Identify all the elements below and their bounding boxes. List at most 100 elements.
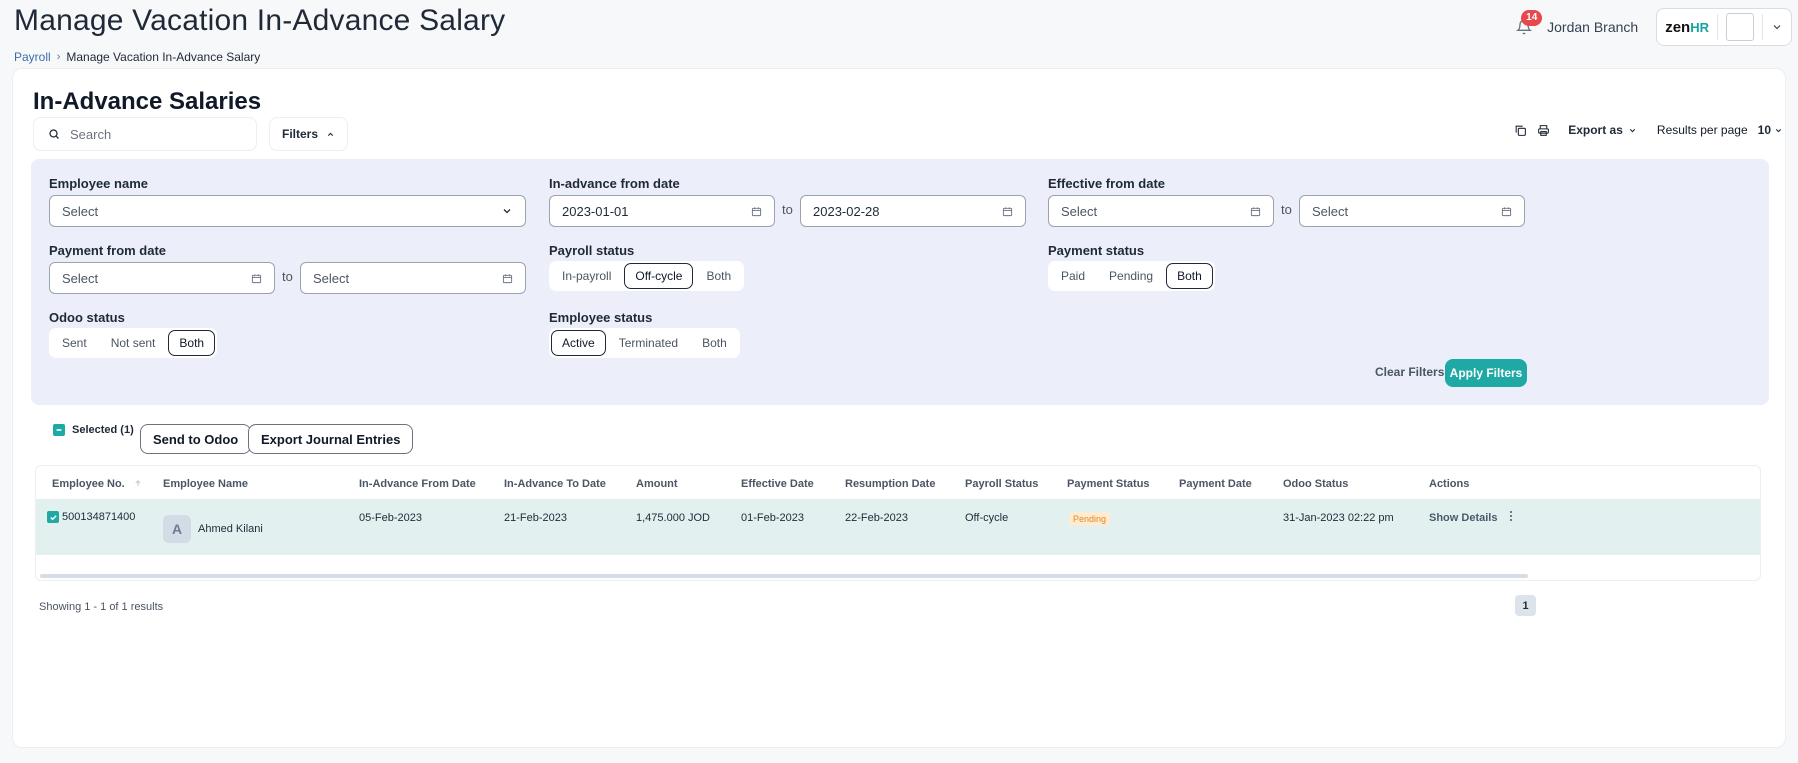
employee-name-select[interactable]: Select bbox=[49, 195, 526, 227]
table-row[interactable]: 500134871400 A Ahmed Kilani 05-Feb-2023 … bbox=[36, 499, 1760, 555]
logo-hr-text: HR bbox=[1690, 19, 1709, 35]
status-badge: Pending bbox=[1069, 512, 1111, 526]
chevron-down-icon bbox=[503, 209, 511, 214]
employee-status-option-both[interactable]: Both bbox=[691, 330, 738, 356]
logo-zen-text: zen bbox=[1665, 18, 1691, 36]
column-header-resumption-date: Resumption Date bbox=[845, 478, 936, 490]
effective-from-value: Select bbox=[1061, 203, 1098, 219]
employee-name-value: Select bbox=[62, 203, 99, 219]
payroll-status-option-in-payroll[interactable]: In-payroll bbox=[551, 263, 622, 289]
sort-arrow-up-icon[interactable] bbox=[134, 479, 142, 488]
inadvance-from-value: 2023-01-01 bbox=[562, 203, 629, 219]
account-switcher[interactable]: zen HR bbox=[1656, 8, 1792, 46]
export-journal-entries-button[interactable]: Export Journal Entries bbox=[248, 424, 414, 454]
column-header-odoo-status: Odoo Status bbox=[1283, 478, 1349, 490]
odoo-status-option-both[interactable]: Both bbox=[168, 330, 216, 356]
employee-status-option-terminated[interactable]: Terminated bbox=[608, 330, 689, 356]
column-header-amount: Amount bbox=[636, 478, 678, 490]
results-per-page-select[interactable]: 10 bbox=[1758, 123, 1783, 137]
payment-status-option-both[interactable]: Both bbox=[1166, 263, 1213, 289]
section-title: In-Advance Salaries bbox=[33, 88, 262, 115]
payroll-status-option-both[interactable]: Both bbox=[695, 263, 742, 289]
inadvance-from-date-field[interactable]: 2023-01-01 bbox=[549, 195, 775, 227]
cell-payroll-status: Off-cycle bbox=[965, 512, 1009, 524]
horizontal-scrollbar[interactable] bbox=[40, 574, 1528, 578]
effective-date-label: Effective from date bbox=[1048, 176, 1166, 191]
chevron-up-icon bbox=[327, 132, 334, 136]
selected-indicator[interactable]: Selected (1) bbox=[53, 424, 134, 436]
effective-from-date-field[interactable]: Select bbox=[1048, 195, 1274, 227]
results-per-page-value: 10 bbox=[1757, 123, 1771, 137]
column-header-payment-status: Payment Status bbox=[1067, 478, 1150, 490]
payment-status-option-paid[interactable]: Paid bbox=[1050, 263, 1096, 289]
chevron-down-icon bbox=[1775, 128, 1782, 132]
user-name[interactable]: Jordan Branch bbox=[1547, 19, 1638, 35]
calendar-icon bbox=[751, 206, 762, 216]
odoo-status-toggle: Sent Not sent Both bbox=[49, 328, 218, 358]
payment-from-value: Select bbox=[62, 270, 99, 286]
search-icon bbox=[49, 129, 59, 139]
search-box[interactable] bbox=[33, 117, 257, 151]
apply-filters-button[interactable]: Apply Filters bbox=[1445, 359, 1527, 387]
divider bbox=[1717, 14, 1718, 40]
cell-to-date: 21-Feb-2023 bbox=[504, 512, 567, 524]
to-separator: to bbox=[1281, 202, 1292, 217]
column-header-from-date: In-Advance From Date bbox=[359, 478, 476, 490]
payroll-status-option-off-cycle[interactable]: Off-cycle bbox=[624, 263, 694, 289]
divider bbox=[1762, 14, 1763, 40]
clear-filters-button[interactable]: Clear Filters bbox=[1375, 365, 1444, 379]
pagination-page-1[interactable]: 1 bbox=[1515, 595, 1536, 616]
employee-name-label: Employee name bbox=[49, 176, 148, 191]
notification-count-badge: 14 bbox=[1521, 10, 1543, 26]
odoo-status-option-not-sent[interactable]: Not sent bbox=[100, 330, 167, 356]
effective-to-value: Select bbox=[1312, 203, 1349, 219]
column-header-actions: Actions bbox=[1429, 478, 1470, 490]
breadcrumb: Payroll › Manage Vacation In-Advance Sal… bbox=[14, 50, 260, 64]
calendar-icon bbox=[1002, 206, 1013, 216]
avatar: A bbox=[163, 515, 191, 543]
send-to-odoo-button[interactable]: Send to Odoo bbox=[140, 424, 252, 454]
column-header-employee-no[interactable]: Employee No. bbox=[52, 478, 125, 490]
payment-status-toggle: Paid Pending Both bbox=[1048, 261, 1215, 291]
payment-to-value: Select bbox=[313, 270, 350, 286]
print-icon[interactable] bbox=[1537, 124, 1550, 137]
payment-from-date-field[interactable]: Select bbox=[49, 262, 275, 294]
notifications-button[interactable]: 14 bbox=[1511, 10, 1543, 40]
filters-toggle-button[interactable]: Filters bbox=[269, 117, 349, 151]
show-details-link[interactable]: Show Details bbox=[1429, 512, 1497, 524]
column-header-employee-name: Employee Name bbox=[163, 478, 248, 490]
breadcrumb-payroll-link[interactable]: Payroll bbox=[14, 50, 51, 64]
employee-status-toggle: Active Terminated Both bbox=[549, 328, 740, 358]
employee-status-option-active[interactable]: Active bbox=[551, 330, 606, 356]
employee-status-label: Employee status bbox=[549, 310, 653, 325]
minus-icon bbox=[56, 429, 62, 431]
cell-odoo-status: 31-Jan-2023 02:22 pm bbox=[1283, 512, 1394, 524]
chevron-down-icon[interactable] bbox=[1771, 21, 1783, 33]
filter-panel: Employee name Select In-advance from dat… bbox=[31, 159, 1769, 405]
payment-status-option-pending[interactable]: Pending bbox=[1098, 263, 1164, 289]
cell-employee-name[interactable]: Ahmed Kilani bbox=[198, 523, 263, 535]
to-separator: to bbox=[282, 269, 293, 284]
payroll-status-label: Payroll status bbox=[549, 243, 635, 258]
inadvance-to-date-field[interactable]: 2023-02-28 bbox=[800, 195, 1026, 227]
chevron-right-icon: › bbox=[56, 51, 61, 63]
selected-count-label: Selected (1) bbox=[72, 424, 134, 436]
more-vertical-icon[interactable] bbox=[1509, 510, 1513, 522]
odoo-status-option-sent[interactable]: Sent bbox=[51, 330, 98, 356]
inadvance-to-value: 2023-02-28 bbox=[813, 203, 880, 219]
copy-icon[interactable] bbox=[1514, 124, 1527, 137]
payment-status-label: Payment status bbox=[1048, 243, 1145, 258]
calendar-icon bbox=[1501, 206, 1512, 216]
check-icon bbox=[49, 514, 57, 520]
calendar-icon bbox=[502, 273, 513, 283]
effective-to-date-field[interactable]: Select bbox=[1299, 195, 1525, 227]
row-checkbox[interactable] bbox=[47, 511, 59, 523]
export-as-dropdown[interactable]: Export as bbox=[1568, 123, 1637, 137]
zenhr-logo: zen HR bbox=[1665, 19, 1709, 36]
column-header-payment-date: Payment Date bbox=[1179, 478, 1252, 490]
select-all-checkbox[interactable] bbox=[53, 424, 65, 436]
payment-to-date-field[interactable]: Select bbox=[300, 262, 526, 294]
calendar-icon bbox=[251, 273, 262, 283]
cell-effective-date: 01-Feb-2023 bbox=[741, 512, 804, 524]
search-input[interactable] bbox=[70, 126, 230, 142]
